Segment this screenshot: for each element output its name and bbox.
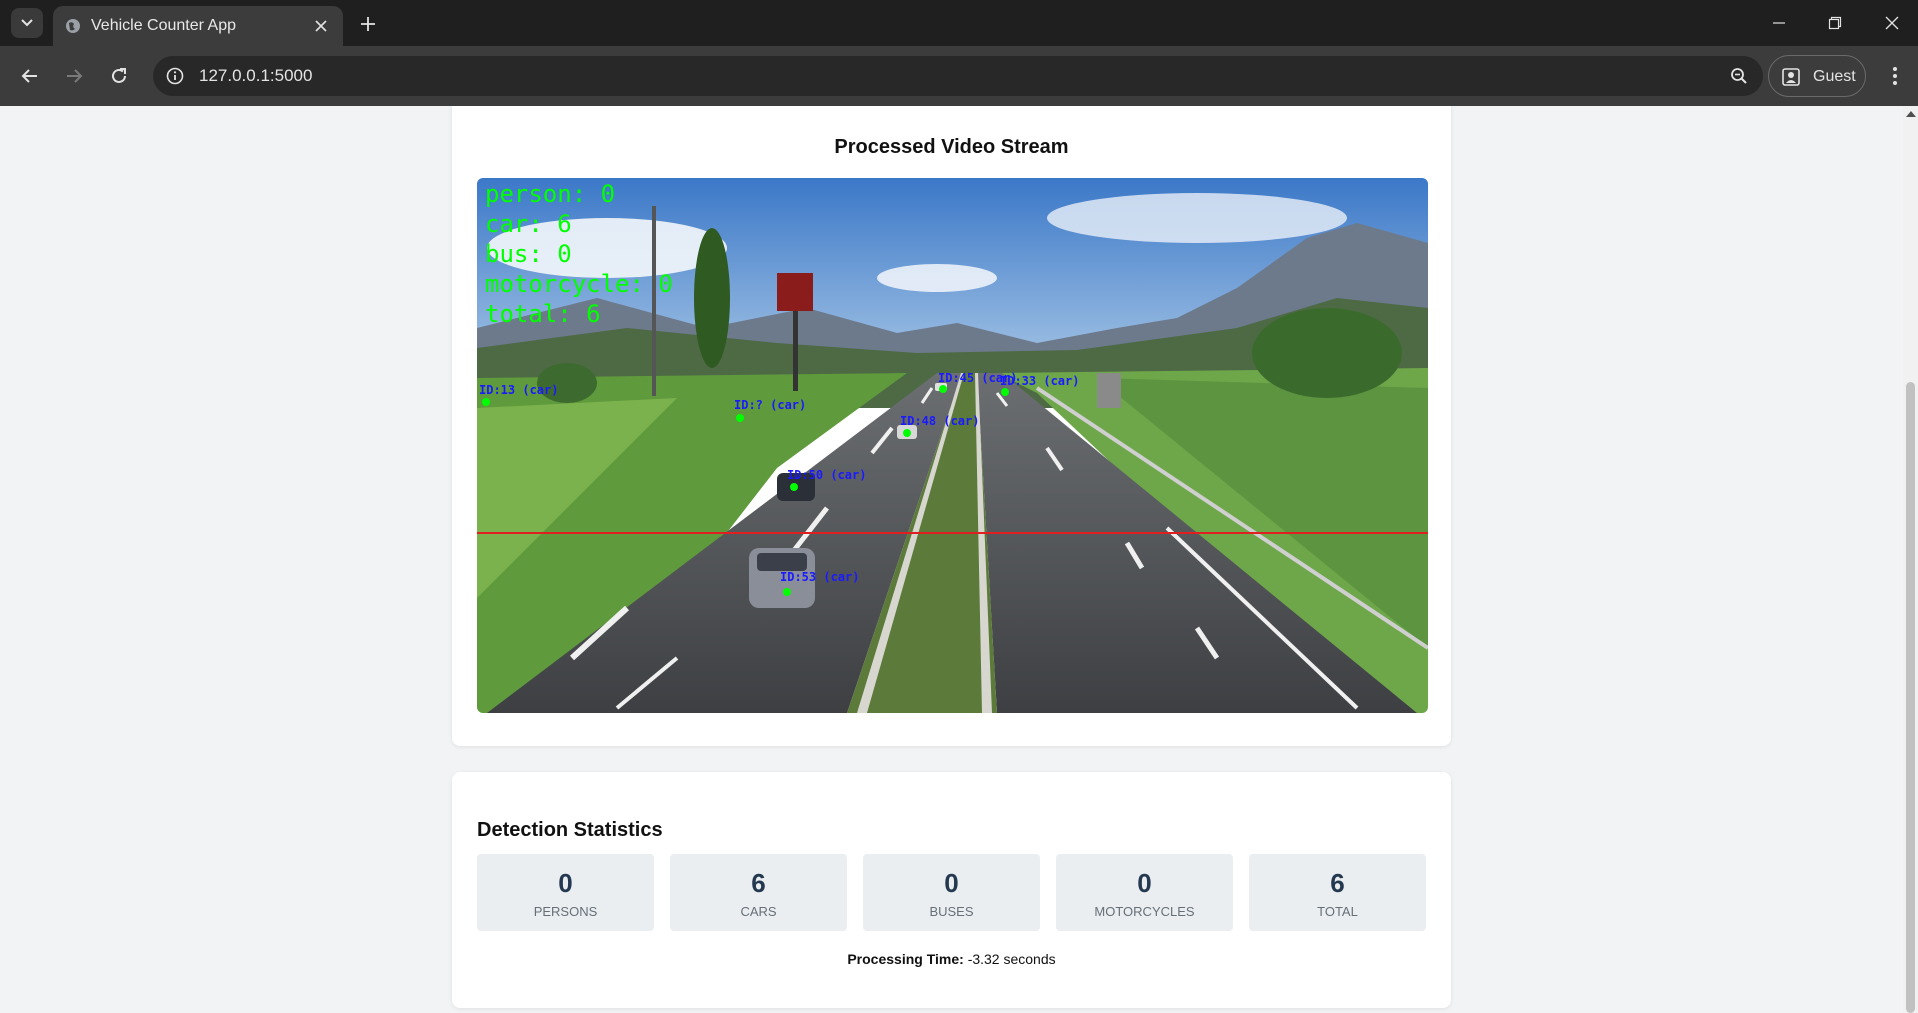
scroll-up-arrow-icon[interactable]: [1906, 111, 1916, 117]
guest-profile-icon: [1782, 68, 1800, 86]
video-title: Processed Video Stream: [834, 136, 1069, 158]
stat-value: 6: [751, 868, 766, 898]
back-button[interactable]: [15, 61, 45, 91]
stat-cars: 6 CARS: [670, 854, 847, 931]
url-text[interactable]: 127.0.0.1:5000: [199, 66, 312, 86]
stat-motorcycles: 0 MOTORCYCLES: [1056, 854, 1233, 931]
detection-label: ID:33 (car): [1000, 374, 1080, 388]
new-tab-button[interactable]: [355, 11, 381, 37]
more-vertical-icon: [1893, 67, 1897, 85]
restore-button[interactable]: [1815, 8, 1855, 38]
page-viewport: Processed Video Stream person: 0 car: 6 …: [0, 106, 1903, 1013]
chevron-down-icon: [21, 19, 33, 27]
processing-time: Processing Time: -3.32 seconds: [452, 951, 1451, 967]
video-card: Processed Video Stream person: 0 car: 6 …: [452, 106, 1451, 746]
browser-toolbar: 127.0.0.1:5000 Guest: [0, 46, 1918, 106]
page-scrollbar[interactable]: [1903, 106, 1918, 1013]
restore-icon: [1828, 16, 1842, 30]
overlay-car-count: car: 6: [485, 210, 572, 238]
detection-label: ID:48 (car): [900, 414, 980, 428]
arrow-left-icon: [21, 69, 37, 83]
detection-label: ID:53 (car): [780, 570, 860, 584]
arrow-right-icon: [67, 69, 83, 83]
stat-label: PERSONS: [533, 904, 598, 919]
info-icon: [166, 67, 184, 85]
globe-icon: [66, 19, 80, 33]
stat-label: TOTAL: [1317, 904, 1358, 919]
reload-button[interactable]: [104, 61, 134, 91]
profile-button[interactable]: Guest: [1768, 55, 1866, 97]
reload-icon: [112, 68, 126, 83]
overlay-person-count: person: 0: [485, 180, 616, 208]
minimize-icon: [1773, 22, 1785, 24]
detection-label: ID:50 (car): [787, 468, 867, 482]
overlay-total-count: total: 6: [485, 300, 601, 328]
zoom-button[interactable]: [1727, 64, 1751, 88]
profile-label: Guest: [1813, 68, 1856, 85]
tab-search-button[interactable]: [11, 8, 43, 38]
detection-label: ID:13 (car): [479, 383, 559, 397]
statistics-title: Detection Statistics: [477, 819, 663, 841]
site-info-button[interactable]: [163, 64, 187, 88]
stat-buses: 0 BUSES: [863, 854, 1040, 931]
stat-label: BUSES: [929, 904, 974, 919]
active-tab[interactable]: Vehicle Counter App: [53, 6, 343, 46]
plus-icon: [361, 17, 375, 31]
browser-menu-button[interactable]: [1880, 61, 1910, 91]
stat-value: 6: [1330, 868, 1345, 898]
scrollbar-thumb[interactable]: [1906, 382, 1915, 1013]
stat-value: 0: [1137, 868, 1152, 898]
stat-value: 0: [944, 868, 959, 898]
tab-title: Vehicle Counter App: [91, 17, 236, 34]
close-icon: [315, 20, 327, 32]
address-bar[interactable]: 127.0.0.1:5000: [153, 56, 1763, 96]
overlay-bus-count: bus: 0: [485, 240, 572, 268]
close-tab-button[interactable]: [311, 16, 331, 36]
stat-persons: 0 PERSONS: [477, 854, 654, 931]
statistics-card: Detection Statistics 0 PERSONS 6 CARS 0 …: [452, 772, 1451, 1008]
stat-value: 0: [558, 868, 573, 898]
close-icon: [1885, 16, 1899, 30]
video-stream: person: 0 car: 6 bus: 0 motorcycle: 0 to…: [477, 178, 1428, 713]
forward-button[interactable]: [59, 61, 89, 91]
zoom-out-icon: [1731, 68, 1747, 84]
overlay-motorcycle-count: motorcycle: 0: [485, 270, 673, 298]
stat-label: MOTORCYCLES: [1094, 904, 1195, 919]
stat-label: CARS: [740, 904, 777, 919]
detection-label: ID:? (car): [734, 398, 807, 412]
processing-time-label: Processing Time:: [847, 951, 964, 967]
browser-tab-bar: Vehicle Counter App: [0, 0, 1918, 46]
close-window-button[interactable]: [1872, 8, 1912, 38]
processing-time-value: -3.32 seconds: [967, 951, 1056, 967]
stat-total: 6 TOTAL: [1249, 854, 1426, 931]
minimize-button[interactable]: [1759, 8, 1799, 38]
overlay-counts: person: 0 car: 6 bus: 0 motorcycle: 0 to…: [485, 179, 673, 329]
